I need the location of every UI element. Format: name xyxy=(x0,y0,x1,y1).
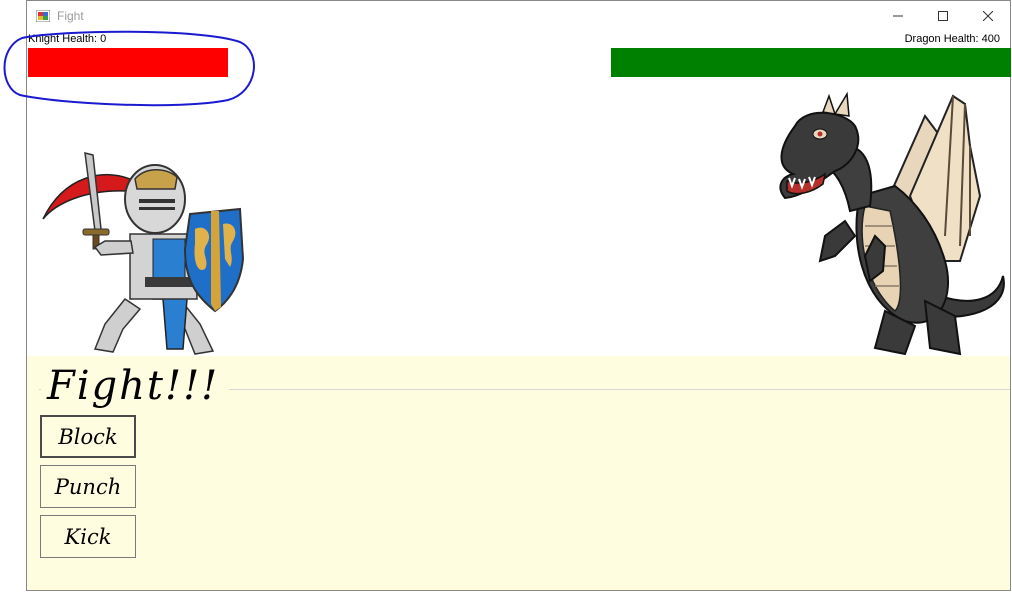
app-icon xyxy=(36,10,50,22)
knight-health-label: Knight Health: 0 xyxy=(28,33,107,45)
knight-health-bar xyxy=(28,48,228,77)
title-bar[interactable]: Fight xyxy=(27,1,1010,31)
fight-window: Fight Knight Health: 0 Dragon Health: 40… xyxy=(26,0,1011,591)
fight-panel: Fight!!! Block Punch Kick xyxy=(27,356,1010,590)
kick-button[interactable]: Kick xyxy=(40,515,136,558)
minimize-button[interactable] xyxy=(875,1,921,31)
close-button[interactable] xyxy=(965,1,1011,31)
window-title: Fight xyxy=(57,9,84,23)
punch-button[interactable]: Punch xyxy=(40,465,136,508)
block-button[interactable]: Block xyxy=(40,415,136,458)
dragon-health-label: Dragon Health: 400 xyxy=(904,33,1000,45)
fight-title: Fight!!! xyxy=(41,362,230,410)
dragon-health-bar-fill xyxy=(611,48,1011,77)
close-icon xyxy=(983,11,993,21)
maximize-button[interactable] xyxy=(920,1,966,31)
client-area: Knight Health: 0 Dragon Health: 400 Figh… xyxy=(27,31,1011,590)
knight-icon xyxy=(42,152,245,355)
minimize-icon xyxy=(893,15,903,17)
maximize-icon xyxy=(938,11,948,21)
dragon-health-bar xyxy=(611,48,1011,77)
dragon-icon xyxy=(779,91,1005,356)
